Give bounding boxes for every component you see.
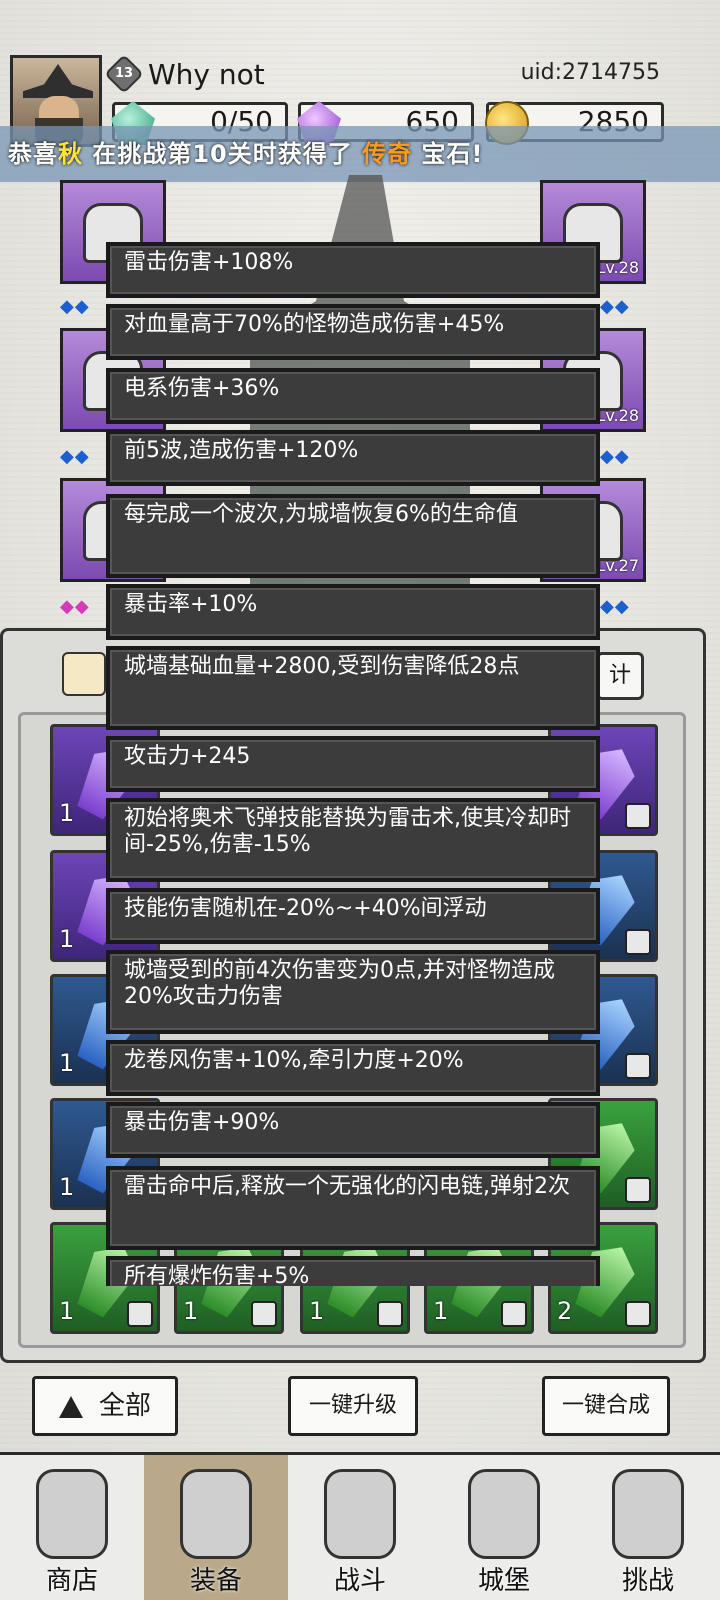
- gem-count: 1: [59, 1173, 75, 1201]
- announce-suffix: 宝石!: [421, 140, 484, 168]
- player-uid: uid:2714755: [520, 60, 660, 85]
- boots-mini-icon: [625, 803, 651, 829]
- boots-mini-icon: [377, 1301, 403, 1327]
- upgrade-label: 一键升级: [308, 1393, 397, 1418]
- nav-equipment[interactable]: 装备: [144, 1455, 288, 1600]
- nav-battle[interactable]: 战斗: [288, 1455, 432, 1600]
- slot-rank-dots: ◆◆: [600, 296, 630, 317]
- triangle-icon: [58, 1395, 83, 1418]
- announce-player: 秋: [58, 140, 83, 168]
- nav-battle-label: 战斗: [333, 1566, 386, 1596]
- nav-castle[interactable]: 城堡: [432, 1455, 576, 1600]
- slot-rank-dots: ◆◆: [600, 446, 630, 467]
- one-click-upgrade-button[interactable]: 一键升级: [288, 1376, 418, 1436]
- announce-middle: 在挑战第10关时获得了: [92, 140, 353, 168]
- slot-rank-dots: ◆◆: [600, 596, 630, 617]
- tooltip-line: 雷击命中后,释放一个无强化的闪电链,弹射2次: [106, 1166, 600, 1250]
- castle-icon: [468, 1469, 540, 1559]
- tooltip-line: 对血量高于70%的怪物造成伤害+45%: [106, 304, 600, 360]
- announcement-banner: 恭喜秋 在挑战第10关时获得了 传奇 宝石!: [0, 126, 720, 182]
- gem-count: 1: [59, 1297, 75, 1325]
- slot-level: Lv.27: [596, 556, 639, 575]
- tooltip-line: 城墙受到的前4次伤害变为0点,并对怪物造成20%攻击力伤害: [106, 950, 600, 1034]
- nav-castle-label: 城堡: [477, 1566, 530, 1596]
- tooltip-line: 城墙基础血量+2800,受到伤害降低28点: [106, 646, 600, 730]
- gem-count: 1: [59, 799, 75, 827]
- announce-rarity: 传奇: [362, 140, 413, 168]
- nav-shop-label: 商店: [45, 1566, 98, 1596]
- ring-mini-icon: [127, 1301, 153, 1327]
- announce-prefix: 恭喜: [8, 140, 58, 168]
- gem-count: 1: [59, 1049, 75, 1077]
- item-filter-icon[interactable]: [62, 652, 106, 696]
- gem-count: 1: [309, 1297, 325, 1325]
- tooltip-line: 暴击率+10%: [106, 584, 600, 640]
- boots-mini-icon: [501, 1301, 527, 1327]
- nav-challenge-label: 挑战: [621, 1566, 674, 1596]
- shop-icon: [36, 1469, 108, 1559]
- bottom-nav: 商店 装备 战斗 城堡 挑战: [0, 1452, 720, 1600]
- tooltip-line: 电系伤害+36%: [106, 368, 600, 424]
- gem-effects-tooltip[interactable]: 雷击伤害+108% 对血量高于70%的怪物造成伤害+45% 电系伤害+36% 前…: [106, 232, 600, 1286]
- merge-label: 一键合成: [561, 1393, 650, 1418]
- one-click-merge-button[interactable]: 一键合成: [542, 1376, 670, 1436]
- helmet-mini-icon: [625, 1053, 651, 1079]
- backpack-icon: [180, 1469, 252, 1559]
- wizard-hat-icon: [23, 64, 93, 98]
- nav-challenge[interactable]: 挑战: [576, 1455, 720, 1600]
- gem-count: 1: [59, 925, 75, 953]
- crossed-swords-icon: [324, 1469, 396, 1559]
- gem-count: 1: [433, 1297, 449, 1325]
- tooltip-line: 攻击力+245: [106, 736, 600, 792]
- ring-mini-icon: [625, 1177, 651, 1203]
- stats-button[interactable]: 计: [596, 652, 644, 700]
- tooltip-line: 技能伤害随机在-20%~+40%间浮动: [106, 888, 600, 944]
- nav-equipment-label: 装备: [189, 1566, 242, 1596]
- shield-icon: [612, 1469, 684, 1559]
- ring-mini-icon: [251, 1301, 277, 1327]
- slot-rank-dots: ◆◆: [60, 596, 90, 617]
- tooltip-line: 暴击伤害+90%: [106, 1102, 600, 1158]
- tooltip-line: 龙卷风伤害+10%,牵引力度+20%: [106, 1040, 600, 1096]
- filter-all-label: 全部: [98, 1391, 151, 1421]
- gem-count: 2: [557, 1297, 573, 1325]
- slot-level: Lv.28: [596, 406, 639, 425]
- player-level: 13: [114, 66, 134, 81]
- nav-shop[interactable]: 商店: [0, 1455, 144, 1600]
- tooltip-line: 每完成一个波次,为城墙恢复6%的生命值: [106, 494, 600, 578]
- gem-count: 1: [183, 1297, 199, 1325]
- filter-all-button[interactable]: 全部: [32, 1376, 178, 1436]
- tooltip-line: 前5波,造成伤害+120%: [106, 430, 600, 486]
- tooltip-line: 所有爆炸伤害+5%: [106, 1256, 600, 1286]
- ring-mini-icon: [625, 1301, 651, 1327]
- stats-button-label: 计: [608, 663, 631, 688]
- slot-rank-dots: ◆◆: [60, 296, 90, 317]
- slot-level: Lv.28: [596, 258, 639, 277]
- ring-mini-icon: [625, 929, 651, 955]
- slot-rank-dots: ◆◆: [60, 446, 90, 467]
- tooltip-line: 初始将奥术飞弹技能替换为雷击术,使其冷却时间-25%,伤害-15%: [106, 798, 600, 882]
- tooltip-line: 雷击伤害+108%: [106, 242, 600, 298]
- player-name: Why not: [148, 58, 265, 91]
